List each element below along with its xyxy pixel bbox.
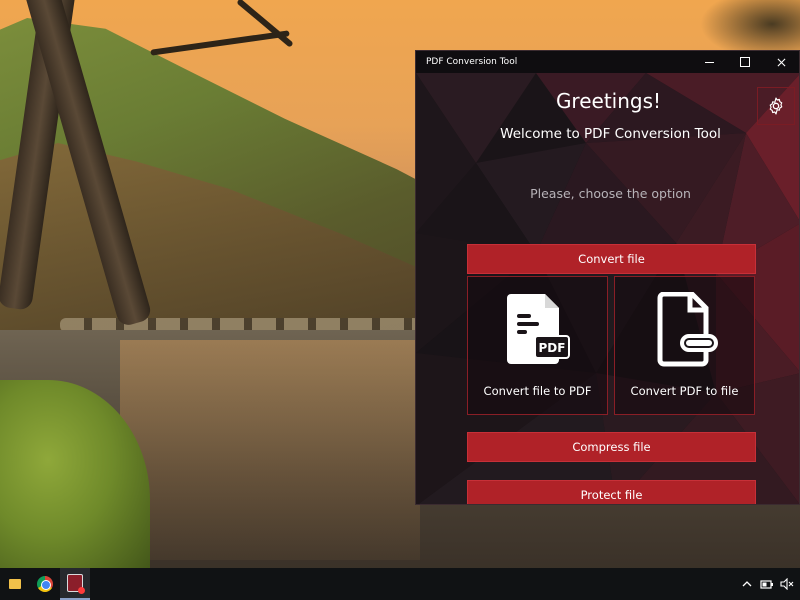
greeting-heading: Greetings! [555, 89, 662, 113]
battery-icon [760, 580, 773, 589]
minimize-button[interactable] [691, 51, 727, 73]
window-title: PDF Conversion Tool [426, 57, 518, 67]
chrome-taskbar-button[interactable] [30, 568, 60, 600]
title-bar[interactable]: PDF Conversion Tool [416, 51, 799, 73]
taskbar [0, 568, 800, 600]
gear-icon [769, 97, 783, 115]
pdf-conversion-tool-icon [67, 574, 85, 594]
compress-file-button[interactable]: Compress file [467, 432, 756, 462]
pdf-badge: PDF [538, 341, 565, 355]
pdf-to-file-icon [657, 292, 718, 367]
protect-file-button[interactable]: Protect file [467, 480, 756, 504]
convert-pdf-to-file-label: Convert PDF to file [630, 384, 739, 398]
chevron-up-icon [742, 581, 752, 587]
close-icon [777, 58, 785, 66]
battery-button[interactable] [760, 576, 774, 592]
main-content: Greetings! Welcome to PDF Conversion Too… [416, 73, 799, 504]
chrome-icon [37, 576, 53, 592]
window-controls [691, 51, 799, 73]
convert-pdf-to-file-tile[interactable]: Convert PDF to file [614, 276, 755, 415]
file-explorer-icon [9, 579, 21, 589]
app-window: PDF Conversion Tool Greetings! Welcome t… [415, 50, 800, 505]
maximize-button[interactable] [727, 51, 763, 73]
volume-button[interactable] [780, 576, 794, 592]
show-hidden-icons-button[interactable] [740, 576, 754, 592]
system-tray [740, 576, 800, 592]
close-button[interactable] [763, 51, 799, 73]
welcome-subtitle: Welcome to PDF Conversion Tool [500, 126, 721, 142]
file-to-pdf-icon: PDF [506, 294, 570, 364]
wallpaper-branch [150, 30, 290, 56]
settings-button[interactable] [757, 87, 795, 125]
convert-file-to-pdf-label: Convert file to PDF [483, 384, 592, 398]
instruction-text: Please, choose the option [530, 186, 691, 201]
volume-muted-icon [780, 578, 794, 590]
convert-file-to-pdf-tile[interactable]: PDF Convert file to PDF [467, 276, 608, 415]
file-explorer-taskbar-button[interactable] [0, 568, 30, 600]
convert-file-button[interactable]: Convert file [467, 244, 756, 274]
pdf-tool-taskbar-button[interactable] [60, 568, 90, 600]
